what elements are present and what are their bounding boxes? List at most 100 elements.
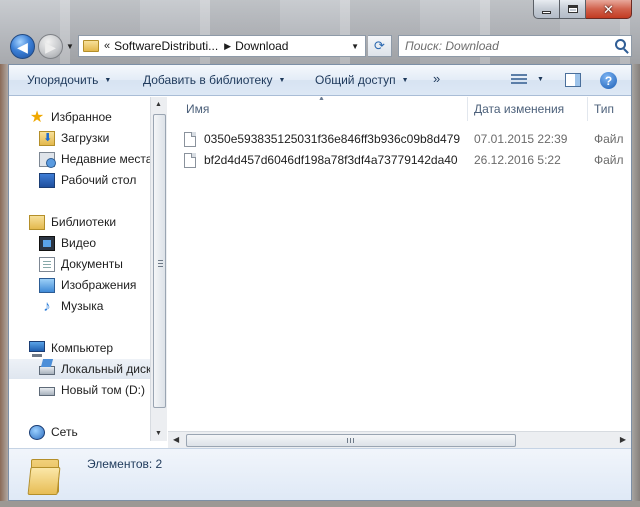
file-date: 07.01.2015 22:39	[474, 132, 568, 146]
downloads-folder-icon	[39, 130, 55, 146]
file-row[interactable]: 0350e593835125031f36e846ff3b936c09b8d479…	[184, 129, 631, 149]
network-icon	[29, 424, 45, 440]
preview-pane-icon[interactable]	[565, 73, 581, 87]
forward-button[interactable]: ▶	[38, 34, 63, 59]
help-label: ?	[604, 73, 613, 88]
file-type: Файл	[594, 153, 624, 167]
navigation-pane: ★ Избранное Загрузки Недавние места Рабо…	[9, 97, 150, 441]
breadcrumb-separator-icon[interactable]: ▶	[224, 41, 231, 52]
column-headers: ▲ Имя Дата изменения Тип	[168, 97, 631, 121]
column-header-name[interactable]: Имя	[186, 102, 209, 116]
file-icon	[184, 152, 196, 168]
column-header-type[interactable]: Тип	[594, 102, 614, 116]
sidebar-item-downloads[interactable]: Загрузки	[39, 128, 150, 148]
file-type: Файл	[594, 132, 624, 146]
folder-icon	[83, 40, 99, 52]
navigation-pane-scrollbar[interactable]: ▲ ▼	[150, 97, 167, 441]
address-overflow-button[interactable]: «	[104, 40, 110, 52]
sidebar-item-label: Изображения	[61, 278, 137, 292]
breadcrumb-softwaredistribution[interactable]: SoftwareDistributi...	[114, 39, 218, 53]
scroll-down-icon[interactable]: ▼	[155, 430, 162, 437]
libraries-icon	[29, 214, 45, 230]
search-icon[interactable]	[615, 39, 626, 50]
sidebar-item-recent[interactable]: Недавние места	[39, 149, 150, 169]
file-name: bf2d4d457d6046df198a78f3df4a73779142da40	[204, 153, 458, 167]
file-list: ▲ Имя Дата изменения Тип 0350e5938351250…	[168, 97, 631, 441]
sidebar-item-label: Загрузки	[61, 131, 110, 145]
sidebar-item-network[interactable]: Сеть	[29, 422, 150, 441]
grip-icon	[347, 438, 354, 443]
sort-indicator-icon: ▲	[318, 97, 325, 102]
file-icon	[184, 131, 196, 147]
file-list-horizontal-scrollbar[interactable]: ◀ ▶	[168, 431, 631, 448]
back-arrow-icon: ◀	[17, 38, 28, 55]
scrollbar-thumb[interactable]	[186, 434, 516, 447]
command-bar: Упорядочить ▼ Добавить в библиотеку ▼ Об…	[9, 65, 631, 96]
change-view-icon[interactable]	[511, 74, 527, 86]
minimize-button[interactable]	[533, 0, 560, 19]
organize-label: Упорядочить	[27, 73, 99, 87]
sidebar-item-label: Компьютер	[51, 341, 114, 355]
star-icon: ★	[29, 108, 45, 126]
system-drive-icon	[39, 366, 55, 375]
help-icon[interactable]: ?	[600, 72, 617, 89]
scroll-left-icon[interactable]: ◀	[173, 435, 179, 444]
file-row[interactable]: bf2d4d457d6046df198a78f3df4a73779142da40…	[184, 150, 631, 170]
close-button[interactable]: ✕	[586, 0, 632, 19]
explorer-client-area: Упорядочить ▼ Добавить в библиотеку ▼ Об…	[8, 64, 632, 501]
sidebar-item-new-volume[interactable]: Новый том (D:)	[39, 380, 150, 400]
scroll-right-icon[interactable]: ▶	[620, 435, 626, 444]
column-divider[interactable]	[587, 97, 588, 121]
sidebar-item-libraries[interactable]: Библиотеки	[29, 212, 150, 232]
maximize-button[interactable]	[560, 0, 586, 19]
folder-icon	[27, 455, 63, 495]
minimize-icon	[542, 10, 551, 14]
window-caption-buttons: ✕	[533, 0, 632, 19]
sidebar-item-favorites[interactable]: ★ Избранное	[29, 107, 150, 127]
more-commands-button[interactable]: »	[433, 71, 440, 86]
window-frame-left	[0, 64, 8, 507]
share-label: Общий доступ	[315, 73, 396, 87]
sidebar-item-computer[interactable]: Компьютер	[29, 338, 150, 358]
documents-library-icon	[39, 256, 55, 272]
navigation-bar: ◀ ▶ ▼ « SoftwareDistributi... ▶ Download…	[10, 34, 632, 60]
file-date: 26.12.2016 5:22	[474, 153, 561, 167]
grip-icon	[158, 260, 163, 267]
search-box[interactable]	[398, 35, 632, 57]
views-dropdown-icon[interactable]: ▼	[537, 76, 544, 83]
column-divider[interactable]	[467, 97, 468, 121]
sidebar-item-documents[interactable]: Документы	[39, 254, 150, 274]
address-bar[interactable]: « SoftwareDistributi... ▶ Download ▼	[78, 35, 366, 57]
refresh-button[interactable]: ⟳	[368, 35, 392, 57]
share-button[interactable]: Общий доступ ▼	[315, 73, 409, 87]
search-input[interactable]	[405, 39, 605, 53]
sidebar-item-label: Рабочий стол	[61, 173, 137, 187]
sidebar-item-label: Сеть	[51, 425, 78, 439]
chevron-down-icon: ▼	[401, 76, 409, 84]
chevron-down-icon: ▼	[104, 76, 112, 84]
window-frame-bottom	[0, 501, 640, 507]
sidebar-item-label: Видео	[61, 236, 97, 250]
maximize-icon	[567, 5, 578, 13]
file-name: 0350e593835125031f36e846ff3b936c09b8d479	[204, 132, 461, 146]
breadcrumb-download[interactable]: Download	[235, 39, 288, 53]
back-button[interactable]: ◀	[10, 34, 35, 59]
add-to-library-button[interactable]: Добавить в библиотеку ▼	[143, 73, 285, 87]
sidebar-item-images[interactable]: Изображения	[39, 275, 150, 295]
sidebar-item-music[interactable]: ♪ Музыка	[39, 296, 150, 316]
organize-button[interactable]: Упорядочить ▼	[27, 73, 111, 87]
column-header-date[interactable]: Дата изменения	[474, 102, 564, 116]
recent-pages-dropdown[interactable]: ▼	[66, 42, 74, 51]
sidebar-item-label: Новый том (D:)	[61, 383, 145, 397]
sidebar-item-label: Музыка	[61, 299, 104, 313]
scroll-up-icon[interactable]: ▲	[155, 101, 162, 108]
video-library-icon	[39, 235, 55, 251]
sidebar-item-label: Избранное	[51, 110, 112, 124]
pictures-library-icon	[39, 277, 55, 293]
sidebar-item-desktop[interactable]: Рабочий стол	[39, 170, 150, 190]
sidebar-item-video[interactable]: Видео	[39, 233, 150, 253]
address-dropdown-button[interactable]: ▼	[351, 42, 359, 51]
sidebar-item-local-disk[interactable]: Локальный диск	[9, 359, 150, 379]
forward-arrow-icon: ▶	[45, 38, 56, 55]
scrollbar-thumb[interactable]	[153, 114, 166, 408]
